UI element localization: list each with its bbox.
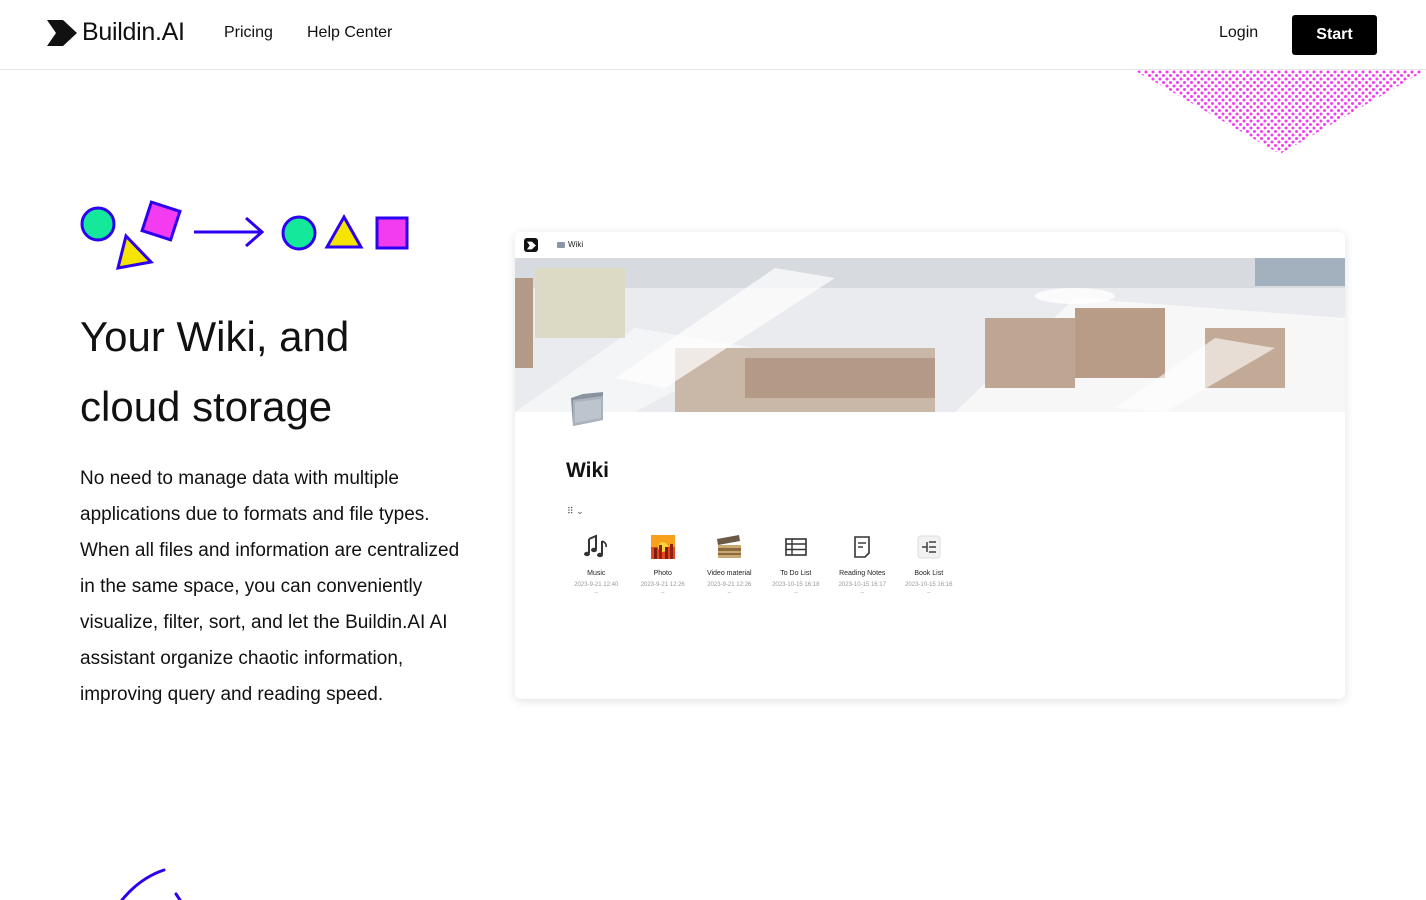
magenta-square-icon xyxy=(375,216,409,250)
wiki-item-video-material[interactable]: Video material 2023-9-21 12:26 – xyxy=(696,532,763,596)
green-circle-icon xyxy=(80,206,116,242)
list-icon xyxy=(914,532,944,562)
film-clapper-icon xyxy=(714,532,744,562)
music-notes-icon xyxy=(581,532,611,562)
table-icon xyxy=(781,532,811,562)
item-name: To Do List xyxy=(780,570,812,577)
brand-logo[interactable]: Buildin.AI xyxy=(47,18,185,47)
item-date: 2023-9-21 12:26 xyxy=(707,582,752,588)
item-name: Photo xyxy=(653,570,672,577)
green-circle-icon xyxy=(281,215,317,251)
start-button[interactable]: Start xyxy=(1292,15,1377,55)
wiki-item-photo[interactable]: Photo 2023-9-21 12:26 – xyxy=(630,532,697,596)
wiki-item-to-do-list[interactable]: To Do List 2023-10-15 16:18 – xyxy=(763,532,830,596)
wiki-preview-card: Wiki Wiki ⠿ ⌄ Music 2023-9-21 12:40 – Ph… xyxy=(515,232,1345,699)
document-icon xyxy=(847,532,877,562)
buildin-logo-icon xyxy=(47,19,77,46)
magenta-square-icon xyxy=(140,200,182,242)
wiki-item-reading-notes[interactable]: Reading Notes 2023-10-15 16:17 – xyxy=(829,532,896,596)
item-dash: – xyxy=(594,590,598,596)
library-cover-image xyxy=(515,258,1345,412)
app-logo-icon xyxy=(524,238,538,252)
shape-transform-illustration xyxy=(80,200,409,270)
hero-title-line1: Your Wiki, and xyxy=(80,313,350,360)
brand-name: Buildin.AI xyxy=(82,18,185,46)
view-switch-button[interactable]: ⠿ ⌄ xyxy=(567,506,584,517)
yellow-triangle-icon xyxy=(115,233,155,270)
item-name: Book List xyxy=(914,570,944,577)
hero-title: Your Wiki, and cloud storage xyxy=(80,302,500,442)
item-name: Video material xyxy=(706,570,752,577)
item-dash: – xyxy=(927,590,931,596)
item-name: Music xyxy=(587,570,606,577)
hero-title-line2: cloud storage xyxy=(80,383,333,430)
wiki-item-book-list[interactable]: Book List 2023-10-15 16:16 – xyxy=(896,532,963,596)
item-dash: – xyxy=(661,590,665,596)
wiki-item-music[interactable]: Music 2023-9-21 12:40 – xyxy=(563,532,630,596)
yellow-triangle-icon xyxy=(324,213,364,249)
purple-swirl-decoration xyxy=(120,868,182,900)
nav-help-center[interactable]: Help Center xyxy=(307,24,392,42)
item-name: Reading Notes xyxy=(839,570,886,577)
item-date: 2023-10-15 16:17 xyxy=(838,582,886,588)
item-date: 2023-10-15 16:16 xyxy=(905,582,953,588)
login-link[interactable]: Login xyxy=(1219,24,1258,42)
magenta-dot-pattern xyxy=(1134,70,1426,154)
wiki-page-title: Wiki xyxy=(566,459,609,482)
folder-page-icon xyxy=(571,392,603,426)
item-date: 2023-9-21 12:40 xyxy=(574,582,619,588)
breadcrumb-label: Wiki xyxy=(568,240,584,249)
folder-small-icon xyxy=(557,242,565,248)
hero-description: No need to manage data with multiple app… xyxy=(80,468,460,705)
preview-topbar: Wiki xyxy=(515,232,1345,258)
item-date: 2023-9-21 12:26 xyxy=(640,582,685,588)
item-dash: – xyxy=(727,590,731,596)
site-header: Buildin.AI Pricing Help Center Login Sta… xyxy=(0,0,1426,70)
nav-pricing[interactable]: Pricing xyxy=(224,24,273,42)
item-date: 2023-10-15 16:18 xyxy=(772,582,820,588)
sunset-photo-icon xyxy=(648,532,678,562)
item-dash: – xyxy=(860,590,864,596)
item-dash: – xyxy=(794,590,798,596)
breadcrumb[interactable]: Wiki xyxy=(557,240,583,249)
wiki-items-gallery: Music 2023-9-21 12:40 – Photo 2023-9-21 … xyxy=(563,532,962,596)
